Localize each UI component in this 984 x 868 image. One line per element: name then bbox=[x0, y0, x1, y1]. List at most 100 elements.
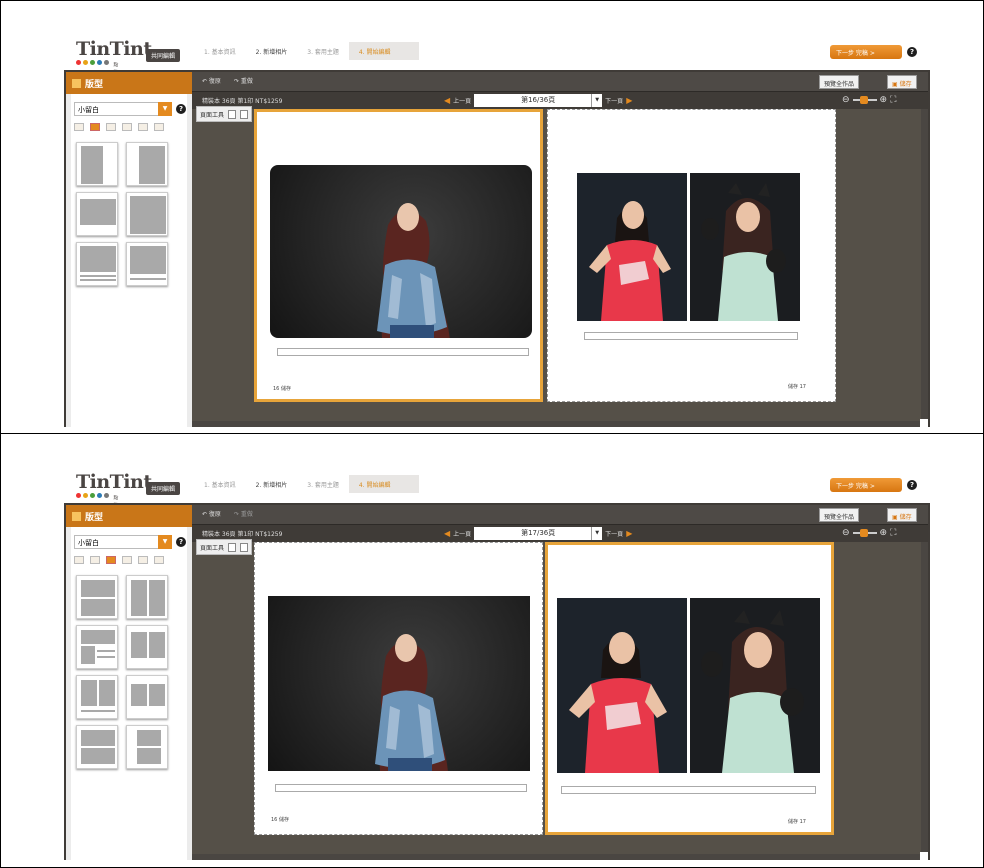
photo-frame[interactable] bbox=[270, 165, 532, 338]
layout-thumbnail[interactable] bbox=[76, 192, 118, 236]
undo-button[interactable]: ↶ 復原 bbox=[202, 509, 221, 518]
zoom-out-icon[interactable]: ⊖ bbox=[842, 528, 850, 538]
zoom-slider[interactable] bbox=[852, 529, 877, 537]
margin-select[interactable]: 小留白 ▼ bbox=[74, 102, 172, 116]
redo-button[interactable]: ↷ 重做 bbox=[234, 76, 253, 85]
layout-type-icon[interactable] bbox=[74, 556, 84, 564]
caption-field[interactable] bbox=[584, 332, 798, 340]
zoom-slider-handle[interactable] bbox=[859, 529, 868, 537]
layout-thumbnail[interactable] bbox=[76, 675, 118, 719]
step-4[interactable]: 4. 開始編輯 bbox=[348, 475, 419, 493]
copy-icon[interactable] bbox=[228, 542, 237, 552]
left-page[interactable]: 16 儲存 bbox=[254, 109, 543, 402]
paste-icon[interactable] bbox=[240, 542, 249, 552]
right-page[interactable]: 儲存 17 bbox=[545, 542, 834, 835]
step-4[interactable]: 4. 開始編輯 bbox=[348, 42, 419, 60]
next-arrow-icon[interactable]: ▶ bbox=[626, 96, 632, 105]
layout-type-icon[interactable] bbox=[90, 123, 100, 131]
layout-thumbnail[interactable] bbox=[126, 192, 168, 236]
co-edit-badge[interactable]: 共同編輯 bbox=[146, 482, 181, 495]
next-page-button[interactable]: 下一頁 bbox=[605, 529, 623, 538]
paste-icon[interactable] bbox=[240, 109, 249, 119]
layout-type-icon[interactable] bbox=[154, 123, 164, 131]
photo-frame[interactable] bbox=[690, 173, 800, 321]
layout-type-icon[interactable] bbox=[106, 556, 116, 564]
zoom-in-icon[interactable]: ⊕ bbox=[880, 528, 888, 538]
page-select[interactable]: 第16/36頁 ▼ bbox=[474, 94, 603, 107]
horizontal-scrollbar[interactable] bbox=[192, 854, 921, 860]
caption-field[interactable] bbox=[277, 348, 529, 356]
chevron-down-icon[interactable]: ▼ bbox=[591, 527, 602, 540]
help-icon[interactable]: ? bbox=[176, 104, 186, 114]
layout-thumbnail[interactable] bbox=[126, 625, 168, 669]
layout-thumbnail[interactable] bbox=[76, 725, 118, 769]
photo-frame[interactable] bbox=[577, 173, 687, 321]
photo-frame[interactable] bbox=[268, 596, 530, 771]
prev-arrow-icon[interactable]: ◀ bbox=[444, 96, 450, 105]
vertical-scrollbar[interactable] bbox=[921, 109, 928, 427]
undo-button[interactable]: ↶ 復原 bbox=[202, 76, 221, 85]
prev-arrow-icon[interactable]: ◀ bbox=[444, 529, 450, 538]
layout-type-icon[interactable] bbox=[138, 556, 148, 564]
preview-button[interactable]: 預覽全作品 bbox=[819, 508, 860, 522]
page-tools-label[interactable]: 頁面工具 bbox=[200, 543, 224, 552]
zoom-slider-handle[interactable] bbox=[859, 96, 868, 104]
right-page[interactable]: 儲存 17 bbox=[547, 109, 836, 402]
step-3[interactable]: 3. 套用主題 bbox=[297, 475, 349, 493]
chevron-down-icon[interactable]: ▼ bbox=[591, 94, 602, 107]
horizontal-scrollbar[interactable] bbox=[192, 421, 921, 427]
layout-thumbnail[interactable] bbox=[76, 625, 118, 669]
next-arrow-icon[interactable]: ▶ bbox=[626, 529, 632, 538]
zoom-slider[interactable] bbox=[852, 96, 877, 104]
layout-type-icon[interactable] bbox=[106, 123, 116, 131]
help-icon[interactable]: ? bbox=[176, 537, 186, 547]
caption-field[interactable] bbox=[275, 784, 527, 792]
layout-thumbnail[interactable] bbox=[126, 575, 168, 619]
margin-select[interactable]: 小留白 ▼ bbox=[74, 535, 172, 549]
photo-frame[interactable] bbox=[690, 598, 820, 773]
fit-screen-icon[interactable]: ⛶ bbox=[890, 95, 896, 105]
page-tools-label[interactable]: 頁面工具 bbox=[200, 110, 224, 119]
caption-field[interactable] bbox=[561, 786, 816, 794]
preview-button[interactable]: 預覽全作品 bbox=[819, 75, 860, 89]
layout-thumbnail[interactable] bbox=[126, 242, 168, 286]
fit-screen-icon[interactable]: ⛶ bbox=[890, 528, 896, 538]
layout-thumbnail[interactable] bbox=[76, 242, 118, 286]
prev-page-button[interactable]: 上一頁 bbox=[453, 529, 471, 538]
layout-type-icon[interactable] bbox=[154, 556, 164, 564]
layout-type-icon[interactable] bbox=[122, 556, 132, 564]
next-button[interactable]: 下一步 完稿 > bbox=[830, 45, 902, 59]
layout-type-icon[interactable] bbox=[122, 123, 132, 131]
next-button[interactable]: 下一步 完稿 > bbox=[830, 478, 902, 492]
chevron-down-icon[interactable]: ▼ bbox=[158, 102, 172, 116]
layout-thumbnail[interactable] bbox=[76, 575, 118, 619]
save-button[interactable]: ▣ 儲存 bbox=[887, 508, 917, 522]
help-icon[interactable]: ? bbox=[907, 480, 917, 490]
vertical-scrollbar[interactable] bbox=[921, 542, 928, 860]
step-1[interactable]: 1. 基本資訊 bbox=[194, 475, 246, 493]
zoom-out-icon[interactable]: ⊖ bbox=[842, 95, 850, 105]
co-edit-badge[interactable]: 共同編輯 bbox=[146, 49, 181, 62]
chevron-down-icon[interactable]: ▼ bbox=[158, 535, 172, 549]
layout-thumbnail[interactable] bbox=[126, 725, 168, 769]
layout-type-icon[interactable] bbox=[90, 556, 100, 564]
help-icon[interactable]: ? bbox=[907, 47, 917, 57]
layout-thumbnail[interactable] bbox=[76, 142, 118, 186]
layout-thumbnail[interactable] bbox=[126, 675, 168, 719]
step-3[interactable]: 3. 套用主題 bbox=[297, 42, 349, 60]
prev-page-button[interactable]: 上一頁 bbox=[453, 96, 471, 105]
step-2[interactable]: 2. 新增相片 bbox=[246, 42, 298, 60]
photo-frame[interactable] bbox=[557, 598, 687, 773]
step-2[interactable]: 2. 新增相片 bbox=[246, 475, 298, 493]
zoom-in-icon[interactable]: ⊕ bbox=[880, 95, 888, 105]
step-1[interactable]: 1. 基本資訊 bbox=[194, 42, 246, 60]
copy-icon[interactable] bbox=[228, 109, 237, 119]
left-page[interactable]: 16 儲存 bbox=[254, 542, 543, 835]
next-page-button[interactable]: 下一頁 bbox=[605, 96, 623, 105]
redo-button[interactable]: ↷ 重做 bbox=[234, 509, 253, 518]
save-button[interactable]: ▣ 儲存 bbox=[887, 75, 917, 89]
layout-type-icon[interactable] bbox=[138, 123, 148, 131]
layout-type-icon[interactable] bbox=[74, 123, 84, 131]
layout-thumbnail[interactable] bbox=[126, 142, 168, 186]
page-select[interactable]: 第17/36頁 ▼ bbox=[474, 527, 603, 540]
